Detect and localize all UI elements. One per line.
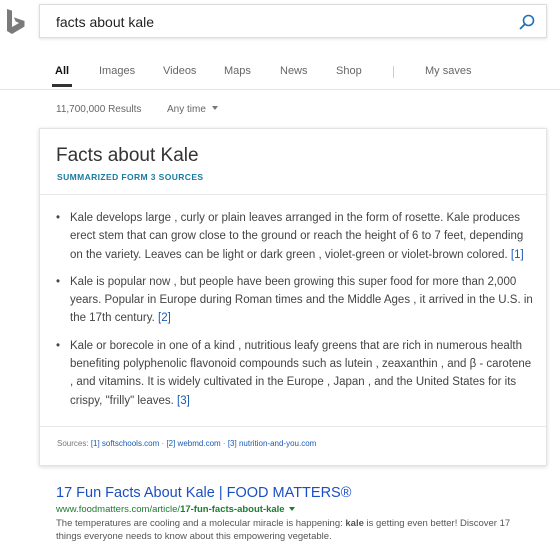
chevron-down-icon [211, 106, 218, 110]
result-snippet: The temperatures are cooling and a molec… [56, 517, 536, 543]
fact-list: Kale develops large , curly or plain lea… [56, 209, 534, 419]
source-link-nutrition[interactable]: [3] nutrition-and-you.com [228, 439, 317, 448]
fact-text: Kale is popular now , but people have be… [70, 275, 533, 325]
card-divider [40, 194, 546, 195]
bing-logo[interactable] [6, 8, 28, 36]
fact-text: Kale or borecole in one of a kind , nutr… [70, 339, 532, 407]
fact-item: Kale develops large , curly or plain lea… [56, 209, 534, 264]
sources-label: Sources: [57, 439, 89, 448]
search-input[interactable] [56, 13, 496, 31]
card-divider [40, 426, 546, 427]
tab-my-saves[interactable]: My saves [425, 65, 471, 77]
tab-maps[interactable]: Maps [224, 65, 251, 77]
tab-videos[interactable]: Videos [163, 65, 196, 77]
results-count: 11,700,000 Results [56, 104, 142, 115]
answer-subtitle: SUMMARIZED FORM 3 SOURCES [57, 172, 204, 182]
scope-nav: All Images Videos Maps News Shop My save… [0, 60, 560, 90]
fact-text: Kale develops large , curly or plain lea… [70, 212, 524, 261]
search-box [39, 4, 547, 38]
fact-item: Kale is popular now , but people have be… [56, 273, 534, 328]
answer-card: Facts about Kale SUMMARIZED FORM 3 SOURC… [39, 128, 547, 466]
tab-all[interactable]: All [55, 65, 69, 77]
source-separator: · [222, 439, 226, 448]
answer-title: Facts about Kale [56, 145, 199, 166]
result-title-link[interactable]: 17 Fun Facts About Kale | FOOD MATTERS® [56, 485, 536, 501]
tab-shop[interactable]: Shop [336, 65, 362, 77]
snippet-keyword: kale [345, 518, 364, 529]
citation-link[interactable]: [3] [177, 395, 190, 407]
sources-line: Sources: [1] softschools.com · [2] webmd… [57, 439, 316, 448]
tab-news[interactable]: News [280, 65, 308, 77]
nav-divider [0, 89, 560, 90]
time-filter-dropdown[interactable]: Any time [167, 104, 218, 115]
source-link-webmd[interactable]: [2] webmd.com [166, 439, 220, 448]
search-result: 17 Fun Facts About Kale | FOOD MATTERS® … [56, 485, 536, 543]
source-separator: · [161, 439, 165, 448]
fact-item: Kale or borecole in one of a kind , nutr… [56, 337, 534, 410]
active-tab-indicator [52, 84, 72, 87]
result-url[interactable]: www.foodmatters.com/article/17-fun-facts… [56, 504, 536, 515]
tab-images[interactable]: Images [99, 65, 135, 77]
citation-link[interactable]: [2] [158, 312, 171, 324]
time-filter-label: Any time [167, 104, 206, 115]
search-icon[interactable] [518, 13, 536, 31]
citation-link[interactable]: [1] [511, 249, 524, 261]
source-link-softschools[interactable]: [1] softschools.com [91, 439, 159, 448]
snippet-text: The temperatures are cooling and a molec… [56, 518, 346, 529]
result-url-prefix: www.foodmatters.com/article/ [56, 504, 181, 515]
nav-separator [393, 66, 394, 78]
chevron-down-icon[interactable] [288, 507, 295, 511]
result-url-slug: 17-fun-facts-about-kale [180, 504, 285, 515]
